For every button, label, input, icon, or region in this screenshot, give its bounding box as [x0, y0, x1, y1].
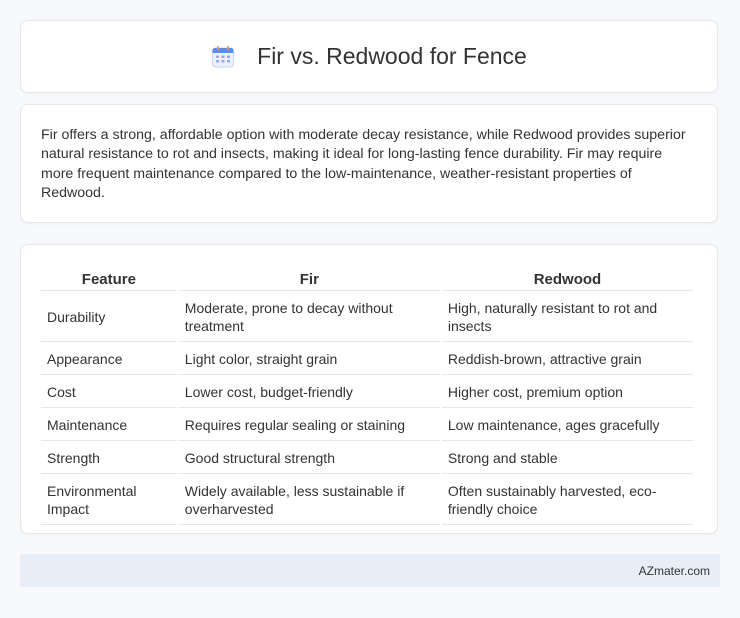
- title-wrap: Fir vs. Redwood for Fence: [211, 43, 527, 70]
- fir-cell: Good structural strength: [178, 443, 440, 474]
- table-header-row: Feature Fir Redwood: [41, 268, 693, 291]
- calendar-icon: [212, 45, 235, 67]
- feature-cell: Maintenance: [41, 410, 177, 441]
- redwood-cell: Reddish-brown, attractive grain: [441, 344, 693, 375]
- fir-cell: Light color, straight grain: [178, 344, 440, 375]
- title-card: Fir vs. Redwood for Fence: [20, 20, 718, 93]
- comparison-card: Feature Fir Redwood Durability Moderate,…: [20, 244, 718, 534]
- header-redwood: Redwood: [441, 268, 693, 291]
- table-row: Appearance Light color, straight grain R…: [41, 344, 693, 375]
- comparison-table: Feature Fir Redwood Durability Moderate,…: [39, 266, 695, 527]
- redwood-cell: Often sustainably harvested, eco-friendl…: [441, 476, 693, 525]
- header-fir: Fir: [178, 268, 440, 291]
- redwood-cell: Strong and stable: [441, 443, 693, 474]
- redwood-cell: High, naturally resistant to rot and ins…: [441, 293, 693, 342]
- table-row: Environmental Impact Widely available, l…: [41, 476, 693, 525]
- fir-cell: Requires regular sealing or staining: [178, 410, 440, 441]
- redwood-cell: Low maintenance, ages gracefully: [441, 410, 693, 441]
- footer-brand[interactable]: AZmater.com: [639, 564, 710, 578]
- table-row: Durability Moderate, prone to decay with…: [41, 293, 693, 342]
- summary-card: Fir offers a strong, affordable option w…: [20, 104, 718, 223]
- page-title: Fir vs. Redwood for Fence: [257, 43, 527, 69]
- feature-cell: Strength: [41, 443, 177, 474]
- redwood-cell: Higher cost, premium option: [441, 377, 693, 408]
- fir-cell: Moderate, prone to decay without treatme…: [178, 293, 440, 342]
- feature-cell: Durability: [41, 293, 177, 342]
- table-row: Strength Good structural strength Strong…: [41, 443, 693, 474]
- fir-cell: Lower cost, budget-friendly: [178, 377, 440, 408]
- table-row: Maintenance Requires regular sealing or …: [41, 410, 693, 441]
- feature-cell: Environmental Impact: [41, 476, 177, 525]
- header-feature: Feature: [41, 268, 177, 291]
- table-row: Cost Lower cost, budget-friendly Higher …: [41, 377, 693, 408]
- feature-cell: Appearance: [41, 344, 177, 375]
- fir-cell: Widely available, less sustainable if ov…: [178, 476, 440, 525]
- footer-bar: AZmater.com: [20, 554, 720, 587]
- feature-cell: Cost: [41, 377, 177, 408]
- summary-text: Fir offers a strong, affordable option w…: [41, 127, 686, 201]
